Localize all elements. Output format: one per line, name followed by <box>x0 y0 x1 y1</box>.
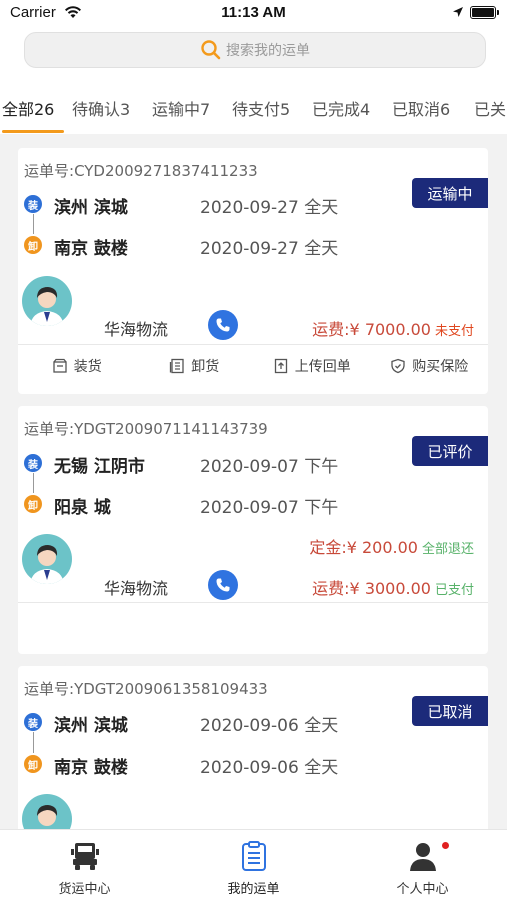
document-icon <box>170 358 184 374</box>
load-badge: 装 <box>24 713 42 731</box>
destination-city: 南京 鼓楼 <box>54 758 128 778</box>
origin-date: 2020-09-27 全天 <box>200 198 339 218</box>
destination-date: 2020-09-27 全天 <box>200 239 339 259</box>
freight-fee: 运费:¥ 7000.00 未支付 <box>312 320 474 339</box>
notification-badge <box>442 842 449 849</box>
truck-icon <box>70 843 99 870</box>
waybill-number: 运单号:YDGT2009061358109433 <box>24 680 268 698</box>
order-card[interactable]: 运单号:YDGT2009061358109433 已取消 装 卸 滨州 滨城 2… <box>18 666 488 846</box>
shield-icon <box>391 358 405 374</box>
load-badge: 装 <box>24 454 42 472</box>
bottom-tab-bar: 货运中心 我的运单 个人中心 <box>0 829 507 900</box>
call-button[interactable] <box>208 310 238 340</box>
carrier-company: 华海物流 <box>104 320 169 339</box>
order-card[interactable]: 运单号:CYD2009271837411233 运输中 装 卸 滨州 滨城 20… <box>18 148 488 394</box>
tab-all[interactable]: 全部26 <box>2 96 54 120</box>
tab-active-indicator <box>2 130 64 133</box>
upload-receipt-icon <box>274 358 287 374</box>
deposit-status: 全部退还 <box>421 542 474 557</box>
payment-status: 未支付 <box>434 324 474 339</box>
origin-city: 滨州 滨城 <box>54 198 128 218</box>
tab-personal-center[interactable]: 个人中心 <box>338 830 507 900</box>
tab-label: 个人中心 <box>396 882 449 897</box>
phone-icon <box>216 578 230 592</box>
destination-date: 2020-09-07 下午 <box>200 498 339 518</box>
clock: 11:13 AM <box>221 4 286 21</box>
tab-closed[interactable]: 已关 <box>474 96 506 120</box>
unload-badge: 卸 <box>24 236 42 254</box>
load-badge: 装 <box>24 195 42 213</box>
order-card[interactable]: 运单号:YDGT2009071141143739 已评价 装 卸 无锡 江阴市 … <box>18 406 488 654</box>
origin-date: 2020-09-07 下午 <box>200 457 339 477</box>
tab-label: 货运中心 <box>58 882 111 897</box>
clipboard-icon <box>241 841 266 871</box>
filter-tabs: 全部26 待确认3 运输中7 待支付5 已完成4 已取消6 已关 <box>0 76 507 134</box>
header: 搜索我的运单 <box>0 28 507 76</box>
status-badge: 已取消 <box>412 696 488 726</box>
carrier-company: 华海物流 <box>104 579 169 598</box>
divider <box>18 602 488 603</box>
card-actions: 装货 卸货 上传回单 购买保险 <box>18 346 488 386</box>
waybill-number: 运单号:CYD2009271837411233 <box>24 162 258 180</box>
tab-label: 我的运单 <box>227 882 280 897</box>
load-goods-button[interactable]: 装货 <box>18 346 136 386</box>
tab-completed[interactable]: 已完成4 <box>312 96 370 120</box>
buy-insurance-button[interactable]: 购买保险 <box>371 346 489 386</box>
status-badge: 已评价 <box>412 436 488 466</box>
destination-date: 2020-09-06 全天 <box>200 758 339 778</box>
tab-in-transit[interactable]: 运输中7 <box>152 96 210 120</box>
battery-icon <box>470 6 499 19</box>
tab-freight-center[interactable]: 货运中心 <box>0 830 169 900</box>
search-bar[interactable]: 搜索我的运单 <box>24 32 486 68</box>
origin-date: 2020-09-06 全天 <box>200 716 339 736</box>
search-icon <box>201 40 221 60</box>
waybill-number: 运单号:YDGT2009071141143739 <box>24 420 268 438</box>
route-connector <box>32 473 34 493</box>
avatar <box>22 276 72 326</box>
box-icon <box>53 358 67 373</box>
upload-receipt-button[interactable]: 上传回单 <box>253 346 371 386</box>
destination-city: 阳泉 城 <box>54 498 111 518</box>
route-connector <box>32 214 34 234</box>
deposit-fee: 定金:¥ 200.00 全部退还 <box>309 538 474 557</box>
call-button[interactable] <box>208 570 238 600</box>
route-connector <box>32 732 34 753</box>
search-placeholder: 搜索我的运单 <box>226 43 310 59</box>
tab-pending-confirm[interactable]: 待确认3 <box>72 96 130 120</box>
status-badge: 运输中 <box>412 178 488 208</box>
tab-cancelled[interactable]: 已取消6 <box>392 96 450 120</box>
payment-status: 已支付 <box>434 583 474 598</box>
unload-badge: 卸 <box>24 495 42 513</box>
avatar <box>22 534 72 584</box>
status-bar: Carrier 11:13 AM <box>0 0 507 28</box>
divider <box>18 344 488 345</box>
tab-pending-payment[interactable]: 待支付5 <box>232 96 290 120</box>
tab-my-waybills[interactable]: 我的运单 <box>169 830 338 900</box>
origin-city: 无锡 江阴市 <box>54 457 145 477</box>
unload-goods-button[interactable]: 卸货 <box>136 346 254 386</box>
destination-city: 南京 鼓楼 <box>54 239 128 259</box>
phone-icon <box>216 318 230 332</box>
freight-fee: 运费:¥ 3000.00 已支付 <box>312 579 474 598</box>
unload-badge: 卸 <box>24 755 42 773</box>
origin-city: 滨州 滨城 <box>54 716 128 736</box>
location-arrow-icon <box>453 7 463 17</box>
person-icon <box>409 843 436 871</box>
